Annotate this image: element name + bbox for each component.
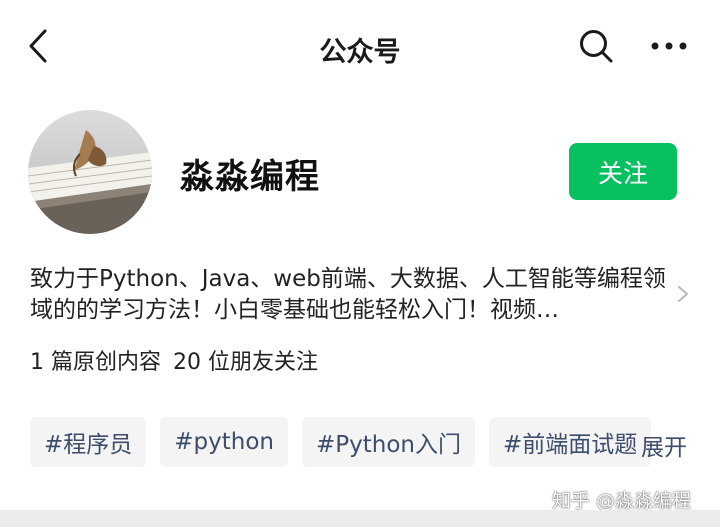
tag-chip[interactable]: #前端面试题 bbox=[489, 417, 652, 467]
chevron-right-icon[interactable] bbox=[676, 284, 690, 304]
watermark: 知乎 @淼淼编程 bbox=[552, 490, 692, 512]
account-stats: 1 篇原创内容 20 位朋友关注 bbox=[30, 344, 318, 376]
more-horizontal-icon bbox=[651, 42, 687, 50]
tag-list: #程序员 #python #Python入门 #前端面试题 bbox=[30, 417, 652, 467]
expand-tags-link[interactable]: 展开 bbox=[641, 428, 687, 462]
description-text: 致力于Python、Java、web前端、大数据、人工智能等编程领域的的学习方法… bbox=[30, 266, 666, 323]
top-navigation-bar: 公众号 bbox=[0, 0, 720, 92]
account-avatar[interactable] bbox=[28, 110, 152, 234]
original-count: 1 篇原创内容 bbox=[30, 350, 161, 375]
tag-chip[interactable]: #Python入门 bbox=[302, 417, 476, 467]
more-button[interactable] bbox=[646, 26, 692, 66]
account-name: 淼淼编程 bbox=[180, 157, 320, 197]
follow-button[interactable]: 关注 bbox=[569, 143, 677, 200]
search-icon bbox=[580, 30, 613, 63]
account-description[interactable]: 致力于Python、Java、web前端、大数据、人工智能等编程领域的的学习方法… bbox=[30, 264, 670, 326]
bottom-divider bbox=[0, 510, 720, 527]
tag-chip[interactable]: #python bbox=[160, 417, 289, 467]
avatar-image bbox=[28, 110, 152, 234]
followers-count: 20 位朋友关注 bbox=[173, 350, 318, 375]
tag-chip[interactable]: #程序员 bbox=[30, 417, 147, 467]
search-button[interactable] bbox=[576, 26, 616, 66]
